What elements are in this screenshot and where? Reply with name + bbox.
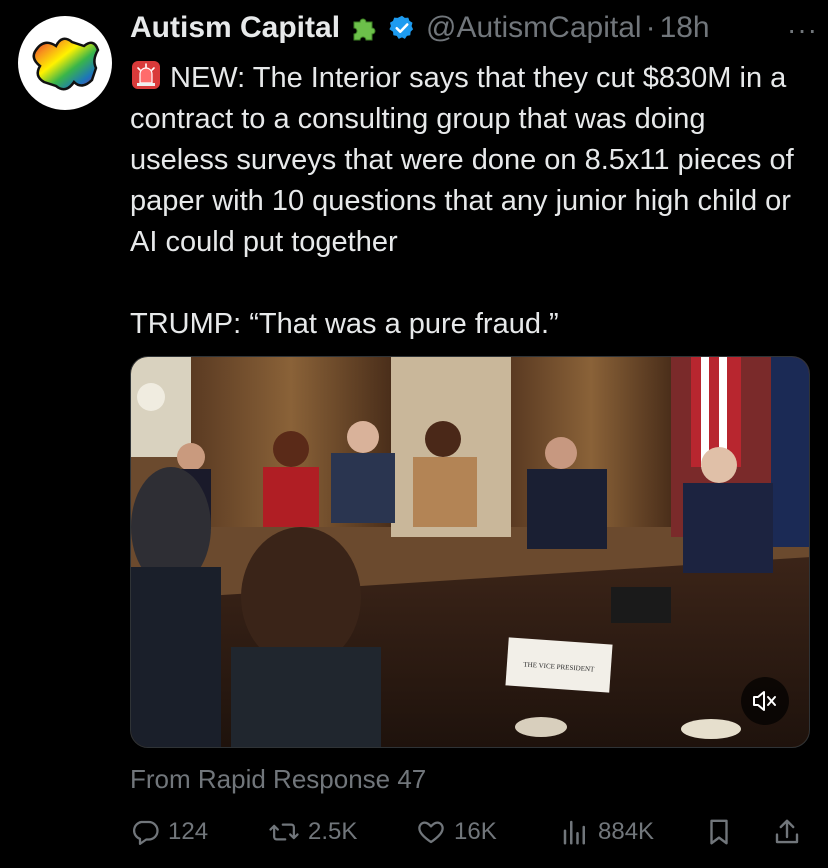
reply-count: 124 bbox=[168, 818, 209, 845]
views-button[interactable]: 884K bbox=[560, 812, 654, 852]
share-button[interactable] bbox=[772, 812, 802, 852]
view-count: 884K bbox=[598, 818, 655, 845]
like-button[interactable]: 16K bbox=[416, 812, 497, 852]
repost-count: 2.5K bbox=[308, 818, 358, 845]
author-name[interactable]: Autism Capital bbox=[130, 11, 340, 45]
verified-icon[interactable] bbox=[388, 14, 416, 42]
video-player[interactable]: THE VICE PRESIDENT bbox=[130, 356, 810, 748]
more-options-button[interactable]: ··· bbox=[787, 14, 818, 46]
bookmark-icon bbox=[710, 819, 728, 845]
tweet-header: Autism Capital @AutismCapital · 18h ··· bbox=[130, 6, 818, 50]
tweet-line-1: NEW: The Interior says that they cut $83… bbox=[130, 62, 794, 258]
tweet-text: NEW: The Interior says that they cut $83… bbox=[130, 58, 810, 345]
video-frame: THE VICE PRESIDENT bbox=[131, 357, 809, 747]
reply-icon bbox=[133, 820, 159, 845]
timestamp[interactable]: 18h bbox=[660, 11, 710, 45]
separator-dot: · bbox=[645, 11, 656, 44]
views-icon bbox=[563, 820, 585, 845]
tweet-actions: 124 2.5K 16K 884K bbox=[130, 812, 810, 852]
reply-button[interactable]: 124 bbox=[130, 812, 208, 852]
like-count: 16K bbox=[454, 818, 497, 845]
repost-icon bbox=[269, 823, 299, 841]
mute-button[interactable] bbox=[741, 677, 789, 725]
rainbow-puzzle-logo bbox=[32, 37, 100, 91]
share-icon bbox=[775, 819, 799, 844]
video-source-label[interactable]: From Rapid Response 47 bbox=[130, 764, 426, 795]
tweet-paragraph-1: NEW: The Interior says that they cut $83… bbox=[130, 58, 810, 263]
tweet-line-2: TRUMP: “That was a pure fraud.” bbox=[130, 308, 559, 340]
muted-speaker-icon bbox=[753, 691, 776, 711]
author-handle[interactable]: @AutismCapital bbox=[426, 11, 642, 45]
repost-button[interactable]: 2.5K bbox=[268, 812, 357, 852]
siren-icon bbox=[130, 59, 162, 91]
heart-icon bbox=[418, 821, 444, 844]
bookmark-button[interactable] bbox=[704, 812, 734, 852]
puzzle-piece-icon bbox=[348, 12, 380, 44]
avatar[interactable] bbox=[18, 16, 112, 110]
